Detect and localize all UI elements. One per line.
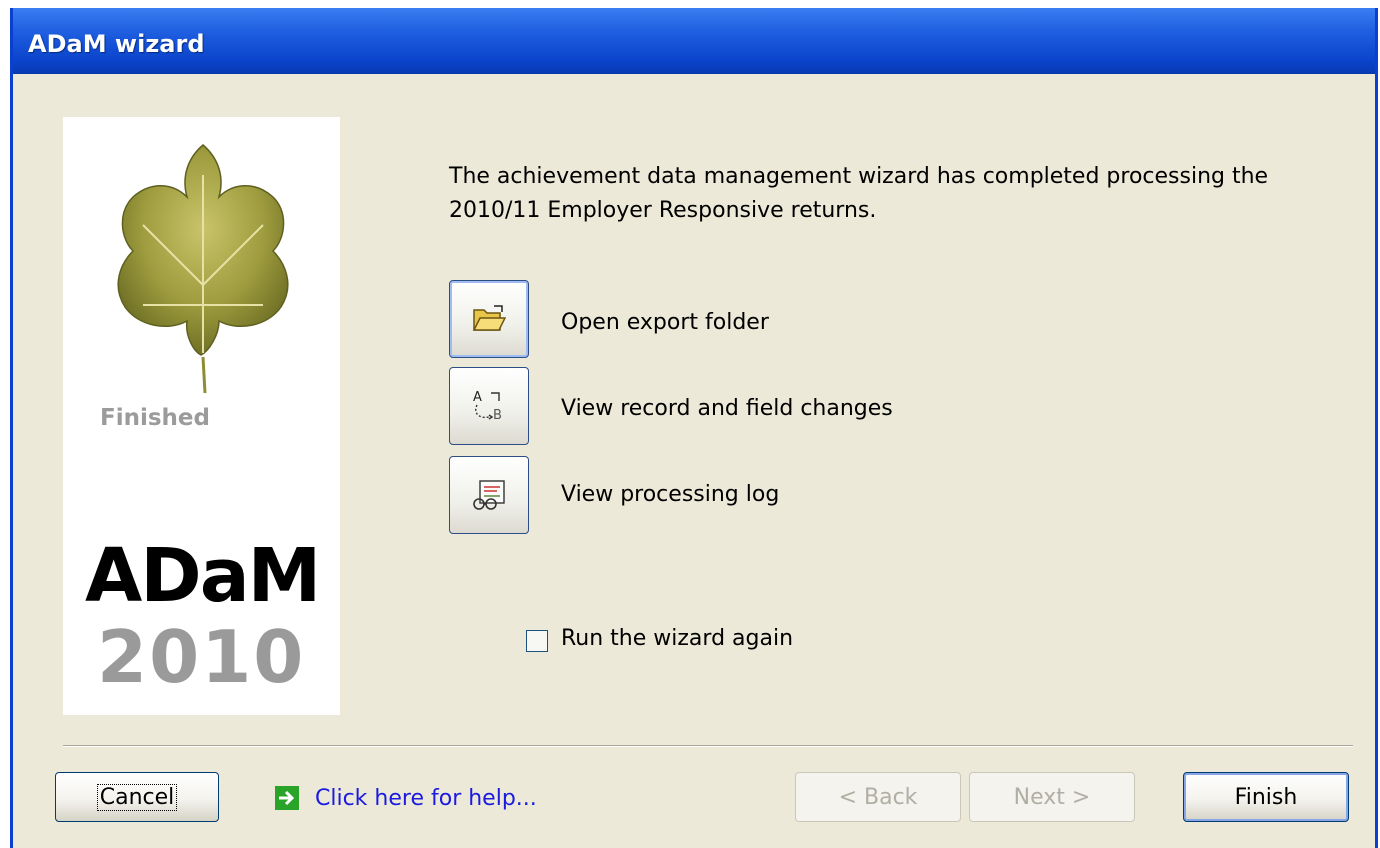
next-label: Next > [1013,784,1091,810]
svg-text:A: A [473,390,482,405]
open-folder-icon [472,305,506,331]
help-link[interactable]: Click here for help... [275,785,537,811]
wizard-status-label: Finished [100,405,210,431]
finish-button[interactable]: Finish [1183,772,1349,822]
view-processing-log-button[interactable] [449,456,529,534]
window-title: ADaM wizard [28,30,205,58]
view-record-field-changes-label: View record and field changes [561,396,893,421]
title-bar[interactable]: ADaM wizard [13,8,1375,74]
run-wizard-again-label[interactable]: Run the wizard again [561,626,793,651]
back-label: < Back [838,784,918,810]
cancel-button[interactable]: Cancel [55,772,219,822]
green-arrow-icon [275,786,299,810]
processing-log-icon [473,480,505,510]
back-button[interactable]: < Back [795,772,961,822]
footer-separator [63,745,1353,747]
finish-label: Finish [1234,784,1298,810]
completion-message: The achievement data management wizard h… [449,164,1269,223]
wizard-side-panel: Finished ADaM 2010 [63,117,340,715]
cancel-label: Cancel [96,783,178,811]
svg-text:B: B [493,408,502,423]
run-wizard-again-checkbox[interactable] [526,630,548,652]
next-button[interactable]: Next > [969,772,1135,822]
compare-changes-icon: A B [473,390,502,423]
view-record-field-changes-button[interactable]: A B [449,367,529,445]
brand-name: ADaM [85,533,321,619]
open-export-folder-label: Open export folder [561,310,769,335]
open-export-folder-button[interactable] [449,280,529,358]
view-processing-log-label: View processing log [561,482,780,507]
wizard-window: ADaM wizard Finished ADaM 2010 The achie… [10,8,1378,848]
fig-leaf-icon [117,144,289,394]
brand-year: 2010 [97,615,306,699]
help-link-text[interactable]: Click here for help... [315,786,537,811]
